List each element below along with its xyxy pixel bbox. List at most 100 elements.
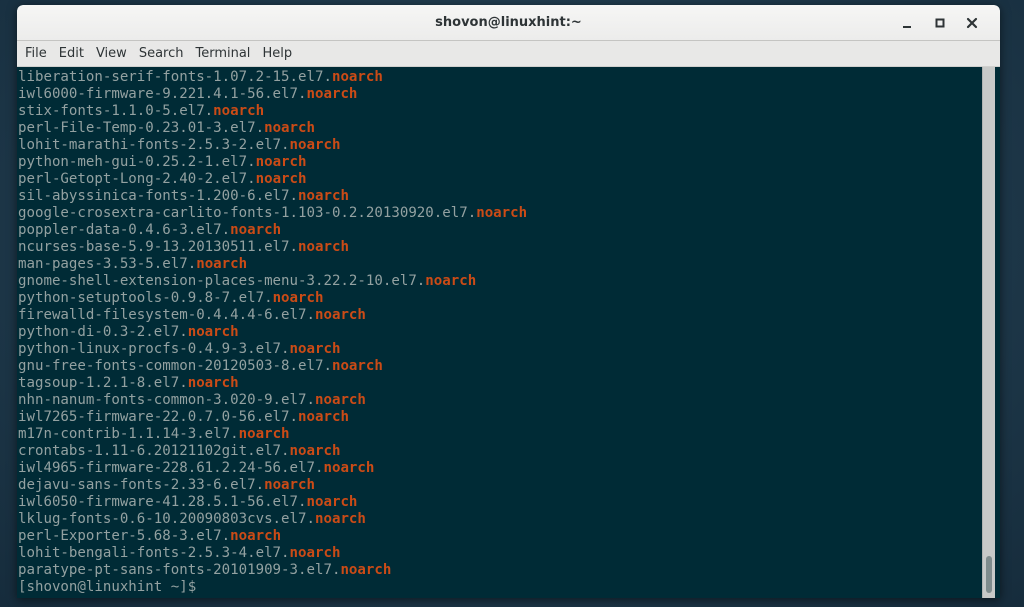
package-name: m17n-contrib-1.1.14-3.el7. — [18, 426, 239, 442]
menu-bar: File Edit View Search Terminal Help — [17, 41, 1000, 67]
shell-prompt[interactable]: [shovon@linuxhint ~]$ — [18, 579, 982, 596]
terminal-line: iwl6000-firmware-9.221.4.1-56.el7.noarch — [18, 86, 982, 103]
terminal-line: lohit-bengali-fonts-2.5.3-4.el7.noarch — [18, 545, 982, 562]
package-arch: noarch — [238, 426, 290, 442]
terminal-line: poppler-data-0.4.6-3.el7.noarch — [18, 222, 982, 239]
package-arch: noarch — [323, 460, 375, 476]
menu-help[interactable]: Help — [256, 41, 298, 66]
package-name: iwl6000-firmware-9.221.4.1-56.el7. — [18, 86, 307, 102]
terminal-line: ncurses-base-5.9-13.20130511.el7.noarch — [18, 239, 982, 256]
package-name: iwl4965-firmware-228.61.2.24-56.el7. — [18, 460, 324, 476]
terminal-line: perl-Getopt-Long-2.40-2.el7.noarch — [18, 171, 982, 188]
package-arch: noarch — [289, 341, 341, 357]
menu-edit[interactable]: Edit — [53, 41, 90, 66]
menu-terminal[interactable]: Terminal — [189, 41, 256, 66]
package-name: iwl7265-firmware-22.0.7.0-56.el7. — [18, 409, 299, 425]
package-arch: noarch — [230, 528, 282, 544]
package-name: crontabs-1.11-6.20121102git.el7. — [18, 443, 290, 459]
package-name: man-pages-3.53-5.el7. — [18, 256, 197, 272]
package-name: lklug-fonts-0.6-10.20090803cvs.el7. — [18, 511, 315, 527]
window-title: shovon@linuxhint:~ — [435, 15, 582, 30]
package-name: paratype-pt-sans-fonts-20101909-3.el7. — [18, 562, 341, 578]
terminal-line: stix-fonts-1.1.0-5.el7.noarch — [18, 103, 982, 120]
package-arch: noarch — [298, 239, 349, 255]
package-name: liberation-serif-fonts-1.07.2-15.el7. — [18, 69, 332, 85]
terminal-line: sil-abyssinica-fonts-1.200-6.el7.noarch — [18, 188, 982, 205]
package-arch: noarch — [264, 120, 315, 136]
package-name: python-linux-procfs-0.4.9-3.el7. — [18, 341, 290, 357]
package-name: tagsoup-1.2.1-8.el7. — [18, 375, 188, 391]
package-arch: noarch — [196, 256, 248, 272]
terminal-line: man-pages-3.53-5.el7.noarch — [18, 256, 982, 273]
package-name: iwl6050-firmware-41.28.5.1-56.el7. — [18, 494, 307, 510]
terminal-line: lohit-marathi-fonts-2.5.3-2.el7.noarch — [18, 137, 982, 154]
package-arch: noarch — [255, 154, 307, 170]
maximize-icon — [935, 18, 945, 28]
package-arch: noarch — [187, 324, 239, 340]
menu-file[interactable]: File — [19, 41, 53, 66]
minimize-button[interactable] — [895, 11, 919, 35]
terminal-line: gnome-shell-extension-places-menu-3.22.2… — [18, 273, 982, 290]
package-arch: noarch — [298, 409, 349, 425]
package-name: perl-Getopt-Long-2.40-2.el7. — [18, 171, 256, 187]
close-button[interactable] — [960, 11, 984, 35]
package-name: gnu-free-fonts-common-20120503-8.el7. — [18, 358, 332, 374]
maximize-button[interactable] — [928, 11, 952, 35]
terminal-line: paratype-pt-sans-fonts-20101909-3.el7.no… — [18, 562, 982, 579]
terminal-line: perl-Exporter-5.68-3.el7.noarch — [18, 528, 982, 545]
package-name: sil-abyssinica-fonts-1.200-6.el7. — [18, 188, 299, 204]
package-arch: noarch — [187, 375, 239, 391]
terminal-line: python-di-0.3-2.el7.noarch — [18, 324, 982, 341]
terminal-line: lklug-fonts-0.6-10.20090803cvs.el7.noarc… — [18, 511, 982, 528]
package-name: perl-Exporter-5.68-3.el7. — [18, 528, 231, 544]
minimize-icon — [903, 26, 911, 28]
package-name: python-setuptools-0.9.8-7.el7. — [18, 290, 273, 306]
package-arch: noarch — [476, 205, 528, 221]
package-arch: noarch — [314, 392, 366, 408]
package-name: poppler-data-0.4.6-3.el7. — [18, 222, 231, 238]
package-arch: noarch — [213, 103, 265, 119]
terminal-window: shovon@linuxhint:~ File Edit View Search… — [17, 5, 1000, 598]
package-name: lohit-marathi-fonts-2.5.3-2.el7. — [18, 137, 290, 153]
package-name: ncurses-base-5.9-13.20130511.el7. — [18, 239, 299, 255]
package-arch: noarch — [331, 69, 383, 85]
package-arch: noarch — [230, 222, 282, 238]
title-bar[interactable]: shovon@linuxhint:~ — [17, 5, 1000, 41]
package-arch: noarch — [289, 137, 341, 153]
package-arch: noarch — [306, 494, 358, 510]
package-name: google-crosextra-carlito-fonts-1.103-0.2… — [18, 205, 477, 221]
package-arch: noarch — [340, 562, 392, 578]
terminal-line: tagsoup-1.2.1-8.el7.noarch — [18, 375, 982, 392]
package-arch: noarch — [331, 358, 383, 374]
terminal-line: crontabs-1.11-6.20121102git.el7.noarch — [18, 443, 982, 460]
package-arch: noarch — [314, 511, 366, 527]
package-arch: noarch — [255, 171, 307, 187]
package-name: lohit-bengali-fonts-2.5.3-4.el7. — [18, 545, 290, 561]
terminal-line: gnu-free-fonts-common-20120503-8.el7.noa… — [18, 358, 982, 375]
package-name: python-di-0.3-2.el7. — [18, 324, 188, 340]
terminal-line: dejavu-sans-fonts-2.33-6.el7.noarch — [18, 477, 982, 494]
package-arch: noarch — [289, 545, 341, 561]
terminal-line: python-meh-gui-0.25.2-1.el7.noarch — [18, 154, 982, 171]
terminal-line: iwl6050-firmware-41.28.5.1-56.el7.noarch — [18, 494, 982, 511]
terminal-line: python-linux-procfs-0.4.9-3.el7.noarch — [18, 341, 982, 358]
package-name: firewalld-filesystem-0.4.4.4-6.el7. — [18, 307, 315, 323]
terminal-line: iwl7265-firmware-22.0.7.0-56.el7.noarch — [18, 409, 982, 426]
package-arch: noarch — [314, 307, 366, 323]
menu-view[interactable]: View — [90, 41, 133, 66]
scrollbar-thumb[interactable] — [986, 556, 992, 593]
package-name: perl-File-Temp-0.23.01-3.el7. — [18, 120, 265, 136]
terminal-line: liberation-serif-fonts-1.07.2-15.el7.noa… — [18, 69, 982, 86]
menu-search[interactable]: Search — [133, 41, 190, 66]
vertical-scrollbar[interactable] — [982, 67, 995, 598]
terminal-output[interactable]: liberation-serif-fonts-1.07.2-15.el7.noa… — [17, 67, 982, 598]
terminal-line: m17n-contrib-1.1.14-3.el7.noarch — [18, 426, 982, 443]
terminal-line: nhn-nanum-fonts-common-3.020-9.el7.noarc… — [18, 392, 982, 409]
package-arch: noarch — [264, 477, 315, 493]
package-arch: noarch — [306, 86, 358, 102]
terminal-line: iwl4965-firmware-228.61.2.24-56.el7.noar… — [18, 460, 982, 477]
package-arch: noarch — [298, 188, 349, 204]
package-arch: noarch — [272, 290, 324, 306]
package-name: nhn-nanum-fonts-common-3.020-9.el7. — [18, 392, 315, 408]
package-arch: noarch — [425, 273, 477, 289]
